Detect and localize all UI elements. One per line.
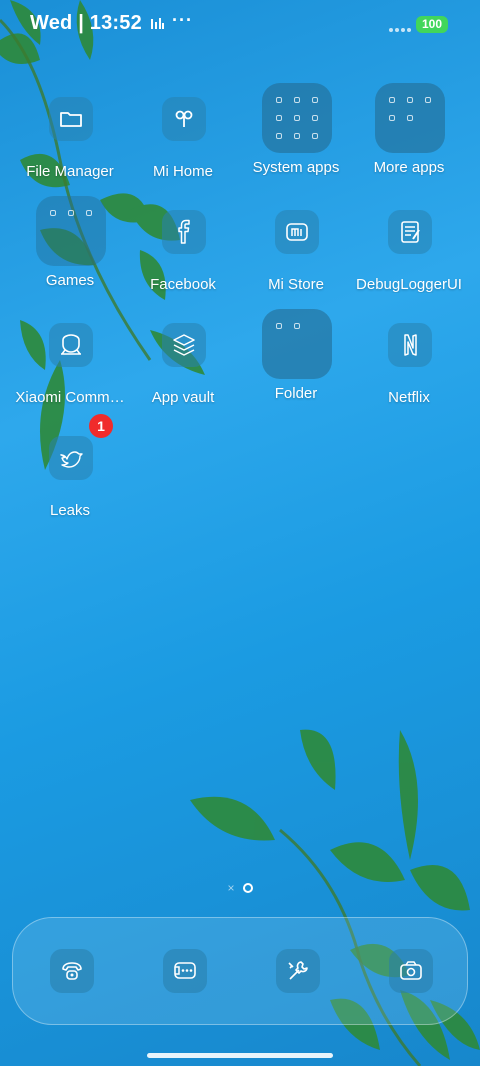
home-indicator-bar[interactable] [147, 1053, 333, 1058]
app-label: System apps [252, 159, 340, 176]
app-label: Folder [274, 385, 318, 402]
app-label: Mi Store [268, 276, 324, 293]
netflix-icon [388, 323, 432, 367]
page-indicator-minus-one[interactable]: × [227, 882, 234, 894]
folder-grid [36, 196, 106, 266]
folder-more-apps[interactable]: More apps [353, 83, 465, 193]
dock-camera[interactable] [389, 949, 433, 993]
dock [12, 917, 468, 1025]
folder-icon [49, 97, 93, 141]
signal-dots-icon [389, 28, 411, 32]
app-label: Mi Home [152, 163, 213, 180]
facebook-icon [162, 210, 206, 254]
app-label: Xiaomi Comm… [15, 389, 125, 406]
page-indicator[interactable]: × [0, 880, 480, 896]
app-vault-icon [162, 323, 206, 367]
notification-badge: 1 [89, 414, 113, 438]
mi-store-icon [275, 210, 319, 254]
app-label: DebugLoggerUI [356, 276, 462, 293]
app-leaks[interactable]: Leaks [14, 426, 126, 536]
app-netflix[interactable]: Netflix [353, 313, 465, 423]
app-label: File Manager [26, 163, 114, 180]
app-label: Leaks [49, 502, 91, 519]
messages-icon [174, 962, 196, 979]
app-app-vault[interactable]: App vault [127, 313, 239, 423]
page-indicator-current-dot[interactable] [242, 883, 253, 893]
app-label: Netflix [388, 389, 430, 406]
folder-grid [375, 83, 445, 153]
app-facebook[interactable]: Facebook [127, 200, 239, 310]
folder-grid [262, 309, 332, 379]
network-activity-icon [151, 18, 164, 29]
debug-logger-icon [388, 210, 432, 254]
xiaomi-community-icon [49, 323, 93, 367]
dock-messages[interactable] [163, 949, 207, 993]
camera-icon [400, 961, 422, 980]
app-debug-logger[interactable]: DebugLoggerUI [353, 200, 465, 310]
status-time: Wed | 13:52 [30, 12, 142, 34]
dock-phone[interactable] [50, 949, 94, 993]
bird-icon [49, 436, 93, 480]
folder-folder[interactable]: Folder [240, 309, 352, 419]
app-mi-home[interactable]: Mi Home [127, 87, 239, 197]
app-label: Games [45, 272, 95, 289]
phone-icon [62, 962, 82, 980]
folder-system-apps[interactable]: System apps [240, 83, 352, 193]
tools-icon [288, 961, 308, 980]
folder-grid [262, 83, 332, 153]
dock-tools[interactable] [276, 949, 320, 993]
app-xiaomi-community[interactable]: Xiaomi Comm… [14, 313, 126, 423]
folder-games[interactable]: Games [14, 196, 126, 306]
app-mi-store[interactable]: Mi Store [240, 200, 352, 310]
status-bar: Wed | 13:52 ··· 100 [0, 0, 480, 48]
app-label: Facebook [150, 276, 216, 293]
status-more-icon: ··· [172, 10, 193, 30]
app-label: App vault [151, 389, 215, 406]
battery-indicator: 100 [416, 16, 448, 33]
mi-home-icon [162, 97, 206, 141]
app-label: More apps [373, 159, 445, 176]
app-file-manager[interactable]: File Manager [14, 87, 126, 197]
